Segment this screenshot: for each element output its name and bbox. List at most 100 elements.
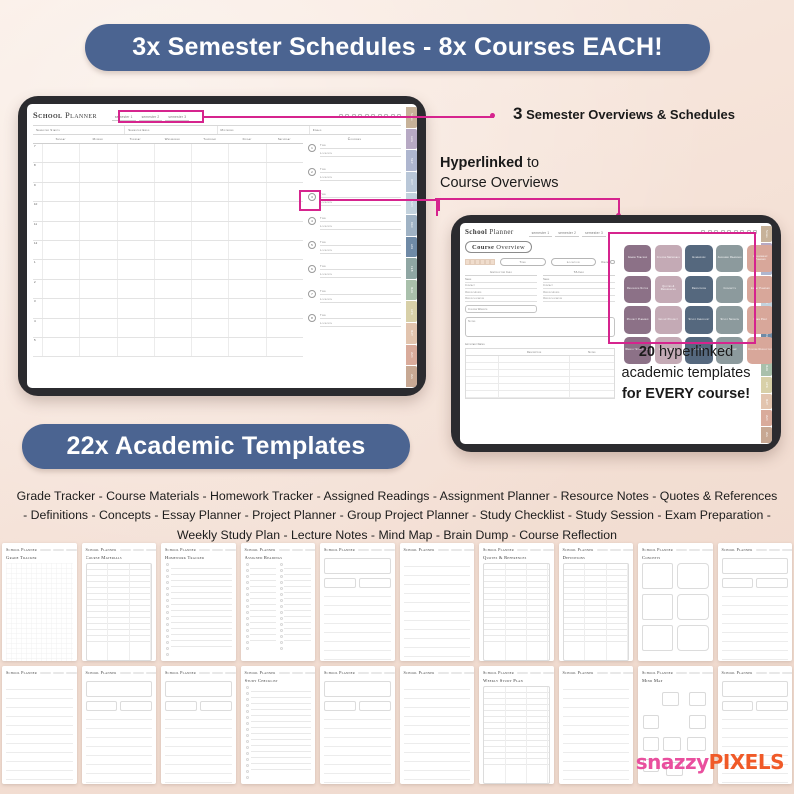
info-field[interactable]: Name (465, 276, 537, 283)
schedule-cell[interactable] (42, 299, 79, 318)
hour-row[interactable]: 12 (33, 240, 303, 261)
template-thumbnail[interactable]: School PlannerEssay Planner (2, 666, 77, 784)
checkbox[interactable] (245, 641, 249, 644)
schedule-cell[interactable] (265, 221, 303, 240)
cell[interactable] (499, 363, 570, 370)
checkbox[interactable] (166, 569, 169, 572)
cell[interactable] (466, 391, 499, 398)
month-tab[interactable]: Notes (761, 226, 772, 242)
checkbox[interactable] (245, 758, 249, 761)
cell[interactable] (499, 384, 570, 391)
month-tab[interactable]: JUN (406, 344, 417, 366)
checkbox[interactable] (166, 593, 169, 596)
checkbox[interactable] (245, 635, 249, 638)
hour-rows[interactable]: 7 8 9 10 11 12 1 2 3 4 5 (33, 144, 303, 358)
schedule-cell[interactable] (153, 318, 191, 337)
cell[interactable] (466, 363, 499, 370)
schedule-cell[interactable] (191, 337, 228, 357)
cell[interactable] (466, 356, 499, 363)
checkbox[interactable] (280, 593, 284, 596)
checkbox[interactable] (245, 686, 249, 689)
input-box[interactable] (120, 701, 152, 711)
checkbox[interactable] (245, 746, 249, 749)
swatch[interactable] (490, 259, 495, 265)
checkbox[interactable] (166, 581, 169, 584)
thumb-table[interactable] (85, 563, 152, 661)
checkbox[interactable] (166, 599, 169, 602)
checkbox[interactable] (280, 563, 284, 566)
thumb-table[interactable] (483, 686, 550, 784)
table-body[interactable] (466, 356, 614, 399)
schedule-cell[interactable] (228, 144, 265, 163)
course-number[interactable]: 4 (308, 216, 316, 225)
checkbox[interactable] (280, 587, 284, 590)
schedule-cell[interactable] (42, 144, 79, 163)
checkbox[interactable] (245, 704, 249, 707)
schedule-cell[interactable] (79, 182, 116, 202)
info-field[interactable]: Office Location (543, 296, 615, 303)
thumb-table[interactable] (483, 563, 550, 661)
concept-box[interactable] (642, 594, 674, 620)
course-field[interactable]: Time (320, 314, 401, 320)
checkbox[interactable] (245, 740, 249, 743)
concept-bubble[interactable] (677, 625, 709, 651)
concept-bubble[interactable] (677, 594, 709, 620)
course-field[interactable]: Time (320, 265, 401, 271)
concept-box[interactable] (642, 563, 674, 589)
schedule-cell[interactable] (153, 240, 191, 260)
course-number[interactable]: 1 (308, 144, 316, 152)
checkbox[interactable] (245, 722, 249, 725)
checkbox-column[interactable] (166, 563, 169, 659)
checkbox[interactable] (245, 599, 249, 602)
month-tab[interactable]: FEB (406, 258, 417, 279)
thumb-tabs[interactable] (676, 548, 713, 551)
course-list[interactable]: 1 Time Location 2 Time Location 3 Time Location 4… (308, 144, 401, 338)
checkbox[interactable] (166, 617, 169, 620)
hour-row[interactable]: 2 (33, 279, 303, 300)
input-box[interactable] (324, 681, 391, 697)
schedule-cell[interactable] (191, 144, 228, 163)
thumb-tabs[interactable] (755, 671, 792, 674)
cell[interactable] (466, 384, 499, 391)
schedule-cell[interactable] (228, 202, 265, 221)
cell[interactable] (499, 391, 570, 398)
hour-row[interactable]: 9 (33, 182, 303, 203)
schedule-cell[interactable] (228, 318, 265, 337)
month-tab[interactable]: MAR (406, 279, 417, 301)
meta-field[interactable]: Semester Ends (125, 126, 218, 134)
checkbox[interactable] (166, 641, 169, 644)
meta-field[interactable]: Finals (310, 126, 401, 134)
info-field[interactable]: Office Hours (465, 289, 537, 296)
template-thumbnail[interactable]: School PlannerProject Planner (81, 666, 156, 784)
schedule-cell[interactable] (153, 182, 191, 202)
input-box[interactable] (165, 701, 197, 711)
table-row[interactable] (466, 377, 614, 385)
month-tab[interactable]: MAY (406, 323, 417, 344)
schedule-cell[interactable] (116, 221, 154, 240)
location-field[interactable]: Location (550, 258, 596, 266)
thumb-tabs[interactable] (40, 548, 77, 551)
input-box[interactable] (756, 578, 788, 588)
schedule-cell[interactable] (42, 337, 79, 357)
checkbox[interactable] (245, 710, 249, 713)
thumb-tabs[interactable] (119, 671, 156, 674)
input-box[interactable] (324, 578, 356, 588)
month-tab[interactable]: OCT (406, 171, 417, 193)
table-row[interactable] (466, 391, 614, 399)
template-thumbnail[interactable]: School Planner Course Materials (81, 543, 156, 661)
thumb-checklist[interactable] (165, 563, 232, 661)
input-box[interactable] (756, 701, 788, 711)
thumb-tabs[interactable] (517, 671, 554, 674)
course-number[interactable]: 5 (308, 241, 316, 250)
thumb-tabs[interactable] (119, 548, 156, 551)
schedule-cell[interactable] (116, 318, 154, 337)
hour-row[interactable]: 7 (33, 144, 303, 164)
schedule-cell[interactable] (79, 163, 116, 182)
course-item[interactable]: 5 Time Location (308, 241, 401, 265)
schedule-cell[interactable] (42, 221, 79, 240)
checkbox[interactable] (245, 581, 249, 584)
schedule-cell[interactable] (42, 240, 79, 260)
thumb-tabs[interactable] (437, 671, 474, 674)
info-field[interactable]: Contact (465, 283, 537, 290)
month-tab[interactable]: NOV (406, 193, 417, 215)
